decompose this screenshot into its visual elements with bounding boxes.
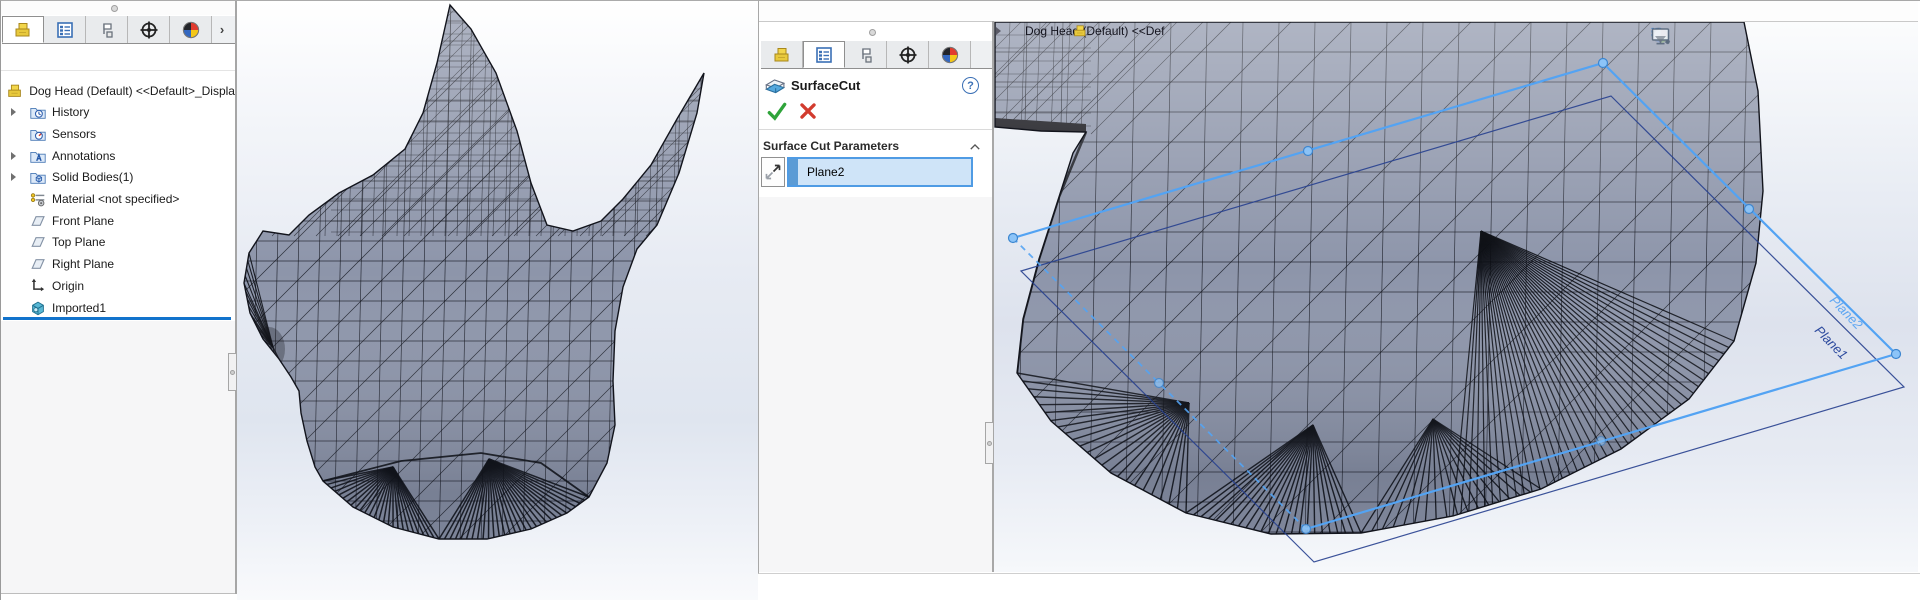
toolbar-grip-dot[interactable] xyxy=(869,29,876,36)
viewport-dog-head-zoom[interactable]: Dog Head (Default) <<Def Plane2Plane1 xyxy=(994,22,1918,572)
tab-property-manager[interactable] xyxy=(845,41,887,68)
rt-viewport-mesh-canvas[interactable]: Plane2Plane1 xyxy=(994,22,1918,572)
panel-splitter-handle[interactable] xyxy=(228,353,237,391)
window-part-overview: › Dog Head (Default) <<Default>_Displa Hi… xyxy=(0,0,758,600)
right-toolbar-strip xyxy=(759,1,1918,22)
tab-feature-tree[interactable] xyxy=(44,16,86,43)
tree-item-imported1[interactable]: Imported1 xyxy=(1,298,235,318)
surface-cut-icon xyxy=(763,75,785,97)
part-icon xyxy=(1005,23,1021,39)
configuration-manager-icon xyxy=(898,45,918,65)
property-manager-icon xyxy=(856,45,876,65)
divider xyxy=(759,129,992,130)
plane2-label: Plane2 xyxy=(1827,293,1866,333)
tree-item-label: Material <not specified> xyxy=(52,192,179,206)
tree-item-dog-head-default-default-dis[interactable]: Dog Head (Default) <<Default>_Displa xyxy=(1,81,235,101)
selected-plane-value: Plane2 xyxy=(807,165,844,179)
heads-up-view-toolbar xyxy=(1500,25,1821,47)
tab-part[interactable] xyxy=(761,41,803,68)
cancel-button[interactable] xyxy=(796,100,820,122)
tree-item-label: Origin xyxy=(52,279,84,293)
tab-part[interactable] xyxy=(2,16,44,43)
tree-item-history[interactable]: History xyxy=(1,102,235,122)
plane-icon xyxy=(29,255,47,273)
plane-icon xyxy=(29,233,47,251)
help-icon[interactable]: ? xyxy=(962,77,979,94)
part-icon xyxy=(772,45,792,65)
selection-row[interactable]: Plane2 xyxy=(798,159,971,185)
tab-feature-tree[interactable] xyxy=(803,41,845,68)
expander-icon[interactable] xyxy=(11,108,16,116)
toolbar-grip-dot[interactable] xyxy=(111,5,118,12)
tree-item-label: Annotations xyxy=(52,149,115,163)
plane-icon xyxy=(29,212,47,230)
material-icon xyxy=(29,190,47,208)
dimxpert-manager-icon xyxy=(940,45,960,65)
filter-funnel-icon[interactable] xyxy=(5,47,25,67)
solid-bodies-folder-icon xyxy=(29,168,47,186)
property-manager-icon xyxy=(97,20,117,40)
feature-tree-icon xyxy=(814,45,834,65)
tree-item-material-not-specified[interactable]: Material <not specified> xyxy=(1,189,235,209)
feature-tree-icon xyxy=(55,20,75,40)
flip-direction-button[interactable] xyxy=(761,157,785,187)
section-header: Surface Cut Parameters xyxy=(763,139,899,153)
solidworks-screenshots: › Dog Head (Default) <<Default>_Displa Hi… xyxy=(0,0,1920,600)
tree-item-label: Front Plane xyxy=(52,214,114,228)
panel-splitter-handle[interactable] xyxy=(985,422,994,464)
part-icon xyxy=(13,20,33,40)
propertymanager-tab-bar xyxy=(761,41,992,69)
tree-item-label: Dog Head (Default) <<Default>_Displa xyxy=(29,84,235,98)
featuremanager-tab-bar: › xyxy=(2,16,235,44)
chevron-up-icon[interactable] xyxy=(966,140,984,154)
propertymanager-title: SurfaceCut xyxy=(791,78,860,93)
tab-dimxpert-manager[interactable] xyxy=(170,16,212,43)
tree-item-solid-bodies-1[interactable]: Solid Bodies(1) xyxy=(1,167,235,187)
selection-listbox[interactable]: Plane2 xyxy=(787,157,973,187)
featuremanager-filter-row xyxy=(1,44,235,71)
panel-empty-area xyxy=(1,321,235,594)
tree-item-label: Solid Bodies(1) xyxy=(52,170,133,184)
feature-tree: Dog Head (Default) <<Default>_Displa Hist… xyxy=(1,73,235,319)
window-surface-cut: SurfaceCut ? Surface Cut Parameters Plan… xyxy=(758,0,1920,574)
tree-item-label: History xyxy=(52,105,89,119)
lt-viewport-mesh-canvas[interactable] xyxy=(237,1,758,600)
tree-item-sensors[interactable]: Sensors xyxy=(1,124,235,144)
tree-item-label: Top Plane xyxy=(52,235,105,249)
tree-item-label: Imported1 xyxy=(52,301,106,315)
tree-item-label: Right Plane xyxy=(52,257,114,271)
caret-down-icon[interactable] xyxy=(1809,27,1821,45)
tree-item-front-plane[interactable]: Front Plane xyxy=(1,211,235,231)
expander-icon[interactable] xyxy=(11,173,16,181)
viewport-dog-head-full[interactable] xyxy=(237,1,758,600)
tree-item-right-plane[interactable]: Right Plane xyxy=(1,254,235,274)
history-folder-icon xyxy=(29,103,47,121)
sensors-folder-icon xyxy=(29,125,47,143)
dimxpert-manager-icon xyxy=(181,20,201,40)
panel-empty-area xyxy=(759,197,992,572)
tab-property-manager[interactable] xyxy=(86,16,128,43)
origin-icon xyxy=(29,277,47,295)
flyout-feature-tree[interactable]: Dog Head (Default) <<Def xyxy=(996,23,1164,39)
rollback-bar[interactable] xyxy=(3,317,231,320)
tree-item-origin[interactable]: Origin xyxy=(1,276,235,296)
tab-overflow-button[interactable]: › xyxy=(212,16,232,43)
imported-body-icon xyxy=(29,299,47,317)
tree-item-top-plane[interactable]: Top Plane xyxy=(1,232,235,252)
annotations-folder-icon xyxy=(29,147,47,165)
expander-icon[interactable] xyxy=(11,152,16,160)
ok-button[interactable] xyxy=(765,100,789,122)
selection-strip xyxy=(789,159,798,185)
configuration-manager-icon xyxy=(139,20,159,40)
tree-item-label: Sensors xyxy=(52,127,96,141)
part-icon xyxy=(6,82,24,100)
tree-item-annotations[interactable]: Annotations xyxy=(1,146,235,166)
tab-dimxpert-manager[interactable] xyxy=(929,41,971,68)
tab-configuration-manager[interactable] xyxy=(887,41,929,68)
tab-configuration-manager[interactable] xyxy=(128,16,170,43)
